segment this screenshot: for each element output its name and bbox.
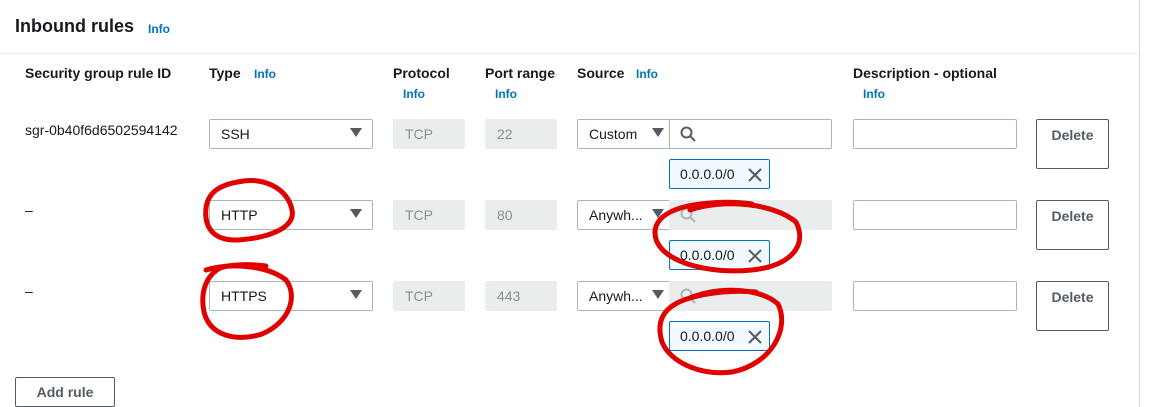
type-value: HTTP (221, 207, 258, 223)
protocol-value: TCP (405, 126, 433, 142)
cidr-token-value: 0.0.0.0/0 (680, 166, 735, 182)
cidr-token: 0.0.0.0/0 (669, 321, 770, 351)
port-range-field: 443 (485, 281, 557, 311)
type-select[interactable]: HTTPS (209, 281, 373, 311)
col-header-port-range: Port range (485, 65, 556, 81)
close-icon[interactable] (747, 248, 763, 264)
protocol-field: TCP (393, 200, 465, 230)
cidr-search-input[interactable] (669, 119, 832, 149)
port-value: 443 (497, 288, 521, 304)
description-input[interactable] (853, 119, 1017, 149)
type-info-link[interactable]: Info (254, 67, 276, 81)
section-title: Inbound rules (15, 16, 134, 36)
delete-button[interactable]: Delete (1036, 200, 1109, 250)
rule-id: – (25, 283, 33, 299)
search-icon (680, 288, 696, 304)
header-separator (0, 53, 1139, 54)
cidr-search-input (669, 281, 832, 311)
description-input[interactable] (853, 281, 1017, 311)
delete-button[interactable]: Delete (1036, 119, 1109, 169)
port-value: 80 (497, 207, 513, 223)
port-range-field: 22 (485, 119, 557, 149)
source-value: Anywh... (589, 288, 643, 304)
caret-down-icon (652, 128, 664, 137)
source-info-link[interactable]: Info (636, 67, 658, 81)
source-value: Anywh... (589, 207, 643, 223)
source-select[interactable]: Custom (577, 119, 670, 149)
col-header-type: Type (209, 65, 241, 81)
description-info-link[interactable]: Info (863, 87, 885, 101)
type-select[interactable]: HTTP (209, 200, 373, 230)
search-icon (680, 207, 696, 223)
cidr-search-input (669, 200, 832, 230)
caret-down-icon (652, 290, 664, 299)
caret-down-icon (350, 209, 362, 218)
col-header-source: Source (577, 65, 625, 81)
col-header-rule-id: Security group rule ID (25, 65, 172, 81)
close-icon[interactable] (747, 329, 763, 345)
protocol-info-link[interactable]: Info (403, 87, 425, 101)
port-value: 22 (497, 126, 513, 142)
caret-down-icon (350, 128, 362, 137)
caret-down-icon (652, 209, 664, 218)
delete-button[interactable]: Delete (1036, 281, 1109, 331)
close-icon[interactable] (747, 167, 763, 183)
type-value: SSH (221, 126, 250, 142)
col-header-description: Description - optional (853, 65, 997, 81)
add-rule-button[interactable]: Add rule (15, 377, 115, 407)
description-input[interactable] (853, 200, 1017, 230)
rule-id: – (25, 202, 33, 218)
cidr-token: 0.0.0.0/0 (669, 159, 770, 189)
caret-down-icon (350, 290, 362, 299)
search-icon (680, 126, 696, 142)
type-value: HTTPS (221, 288, 267, 304)
port-range-info-link[interactable]: Info (495, 87, 517, 101)
source-value: Custom (589, 126, 638, 142)
rule-id: sgr-0b40f6d6502594142 (25, 122, 178, 138)
source-select[interactable]: Anywh... (577, 281, 670, 311)
col-header-protocol: Protocol (393, 65, 450, 81)
cidr-token-value: 0.0.0.0/0 (680, 247, 735, 263)
source-select[interactable]: Anywh... (577, 200, 670, 230)
protocol-value: TCP (405, 207, 433, 223)
section-info-link[interactable]: Info (148, 22, 170, 36)
port-range-field: 80 (485, 200, 557, 230)
protocol-field: TCP (393, 119, 465, 149)
panel-border (1139, 0, 1140, 407)
cidr-token: 0.0.0.0/0 (669, 240, 770, 270)
type-select[interactable]: SSH (209, 119, 373, 149)
protocol-value: TCP (405, 288, 433, 304)
cidr-token-value: 0.0.0.0/0 (680, 328, 735, 344)
protocol-field: TCP (393, 281, 465, 311)
